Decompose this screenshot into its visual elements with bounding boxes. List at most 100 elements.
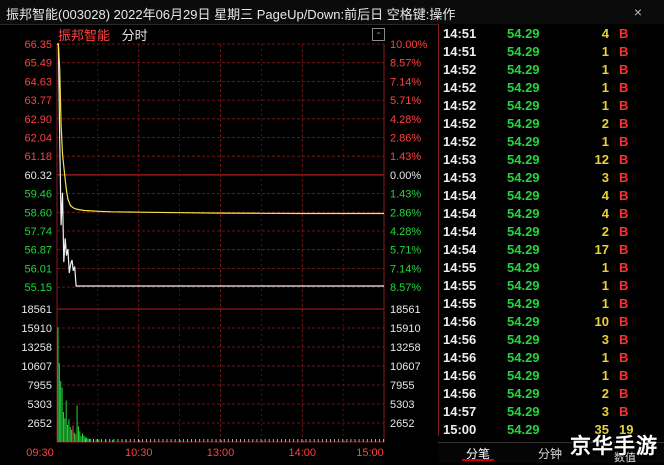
- tick-row[interactable]: 14:51 54.29 4 B: [439, 25, 664, 43]
- tick-row[interactable]: 14:54 54.29 2 B: [439, 223, 664, 241]
- tick-row[interactable]: 14:56 54.29 1 B: [439, 367, 664, 385]
- pct-tick-label: 0.00%: [390, 170, 421, 182]
- pct-tick-label: 7.14%: [390, 76, 421, 88]
- time-axis-label: 15:00: [356, 447, 384, 459]
- tick-time: 14:51: [443, 26, 477, 41]
- tick-price: 54.29: [507, 260, 540, 275]
- pct-tick-label: 8.57%: [390, 282, 421, 294]
- tick-direction: B: [619, 224, 629, 239]
- watermark-text: 京华手游: [570, 435, 658, 458]
- pct-tick-label: 1.43%: [390, 151, 421, 163]
- tick-price: 54.29: [507, 80, 540, 95]
- volume-tick-label: 7955: [28, 380, 52, 392]
- tick-row[interactable]: 14:56 54.29 3 B: [439, 331, 664, 349]
- tick-volume: 1: [601, 80, 609, 95]
- price-tick-label: 62.90: [24, 114, 52, 126]
- tick-direction: B: [619, 296, 629, 311]
- pct-tick-label: 10.00%: [390, 39, 428, 51]
- tick-row[interactable]: 14:57 54.29 3 B: [439, 403, 664, 421]
- volume-tick-label: 13258: [21, 342, 52, 354]
- window-title-bar: 振邦智能(003028) 2022年06月29日 星期三 PageUp/Down…: [0, 0, 664, 25]
- tick-direction: B: [619, 260, 629, 275]
- tick-price: 54.29: [507, 332, 540, 347]
- tick-row[interactable]: 14:52 54.29 1 B: [439, 133, 664, 151]
- tick-row[interactable]: 14:52 54.29 1 B: [439, 79, 664, 97]
- tick-volume: 10: [594, 314, 609, 329]
- pct-tick-label: 2.86%: [390, 207, 421, 219]
- tick-direction: B: [619, 62, 629, 77]
- tick-row[interactable]: 14:52 54.29 1 B: [439, 97, 664, 115]
- tick-volume: 1: [601, 44, 609, 59]
- tick-row[interactable]: 14:53 54.29 3 B: [439, 169, 664, 187]
- tick-time: 14:57: [443, 404, 477, 419]
- pct-tick-label: 5.71%: [390, 95, 421, 107]
- tick-volume: 17: [594, 242, 609, 257]
- close-icon[interactable]: ×: [628, 2, 648, 22]
- tick-row[interactable]: 14:55 54.29 1 B: [439, 295, 664, 313]
- tick-list[interactable]: 14:51 54.29 4 B 14:51 54.29 1 B 14:52 54.29 1 B 14:5…: [438, 24, 664, 437]
- tick-row[interactable]: 14:53 54.29 12 B: [439, 151, 664, 169]
- tick-volume: 1: [601, 296, 609, 311]
- volume-tick-label: 2652: [28, 418, 52, 430]
- tick-time: 14:56: [443, 314, 477, 329]
- tick-direction: B: [619, 314, 629, 329]
- tick-direction: B: [619, 98, 629, 113]
- tick-direction: B: [619, 386, 629, 401]
- price-tick-label: 63.77: [24, 95, 52, 107]
- tick-row[interactable]: 14:54 54.29 17 B: [439, 241, 664, 259]
- tick-volume: 4: [601, 188, 609, 203]
- tick-price: 54.29: [507, 98, 540, 113]
- tick-direction: B: [619, 134, 629, 149]
- price-tick-label: 59.46: [24, 189, 52, 201]
- tick-direction: B: [619, 152, 629, 167]
- tick-time: 14:54: [443, 242, 477, 257]
- tick-row[interactable]: 14:56 54.29 10 B: [439, 313, 664, 331]
- tick-volume: 3: [601, 332, 609, 347]
- tick-volume: 1: [601, 260, 609, 275]
- tick-time: 14:55: [443, 260, 477, 275]
- tick-time: 14:54: [443, 206, 477, 221]
- tick-direction: B: [619, 170, 629, 185]
- tick-row[interactable]: 14:51 54.29 1 B: [439, 43, 664, 61]
- tick-time: 15:00: [443, 422, 477, 437]
- volume-tick-label: 5303: [28, 399, 52, 411]
- tick-time: 14:56: [443, 386, 477, 401]
- tab-minutes[interactable]: 分钟: [538, 445, 562, 462]
- volume-tick-label-right: 15910: [390, 323, 421, 335]
- tick-direction: B: [619, 80, 629, 95]
- tick-time: 14:53: [443, 152, 477, 167]
- tick-direction: B: [619, 332, 629, 347]
- tick-time: 14:55: [443, 278, 477, 293]
- tick-price: 54.29: [507, 314, 540, 329]
- volume-tick-label-right: 10607: [390, 361, 421, 373]
- tick-price: 54.29: [507, 386, 540, 401]
- tick-time: 14:54: [443, 188, 477, 203]
- tick-price: 54.29: [507, 422, 540, 437]
- tick-row[interactable]: 14:54 54.29 4 B: [439, 205, 664, 223]
- tick-price: 54.29: [507, 296, 540, 311]
- price-tick-label: 62.04: [24, 133, 52, 145]
- tick-row[interactable]: 14:52 54.29 1 B: [439, 61, 664, 79]
- tick-direction: B: [619, 242, 629, 257]
- tick-price: 54.29: [507, 134, 540, 149]
- price-tick-label: 58.60: [24, 207, 52, 219]
- volume-tick-label: 10607: [21, 361, 52, 373]
- tick-row[interactable]: 14:56 54.29 2 B: [439, 385, 664, 403]
- tick-row[interactable]: 14:52 54.29 2 B: [439, 115, 664, 133]
- tick-volume: 12: [594, 152, 609, 167]
- price-tick-label: 61.18: [24, 151, 52, 163]
- pct-tick-label: 8.57%: [390, 58, 421, 70]
- tick-volume: 1: [601, 134, 609, 149]
- tick-row[interactable]: 14:55 54.29 1 B: [439, 259, 664, 277]
- tick-volume: 1: [601, 278, 609, 293]
- price-tick-label: 56.87: [24, 245, 52, 257]
- tick-time: 14:54: [443, 224, 477, 239]
- tick-time: 14:52: [443, 80, 477, 95]
- tick-row[interactable]: 14:54 54.29 4 B: [439, 187, 664, 205]
- tick-volume: 2: [601, 224, 609, 239]
- tick-price: 54.29: [507, 26, 540, 41]
- tick-volume: 1: [601, 62, 609, 77]
- tick-row[interactable]: 14:56 54.29 1 B: [439, 349, 664, 367]
- pct-tick-label: 2.86%: [390, 133, 421, 145]
- tick-row[interactable]: 14:55 54.29 1 B: [439, 277, 664, 295]
